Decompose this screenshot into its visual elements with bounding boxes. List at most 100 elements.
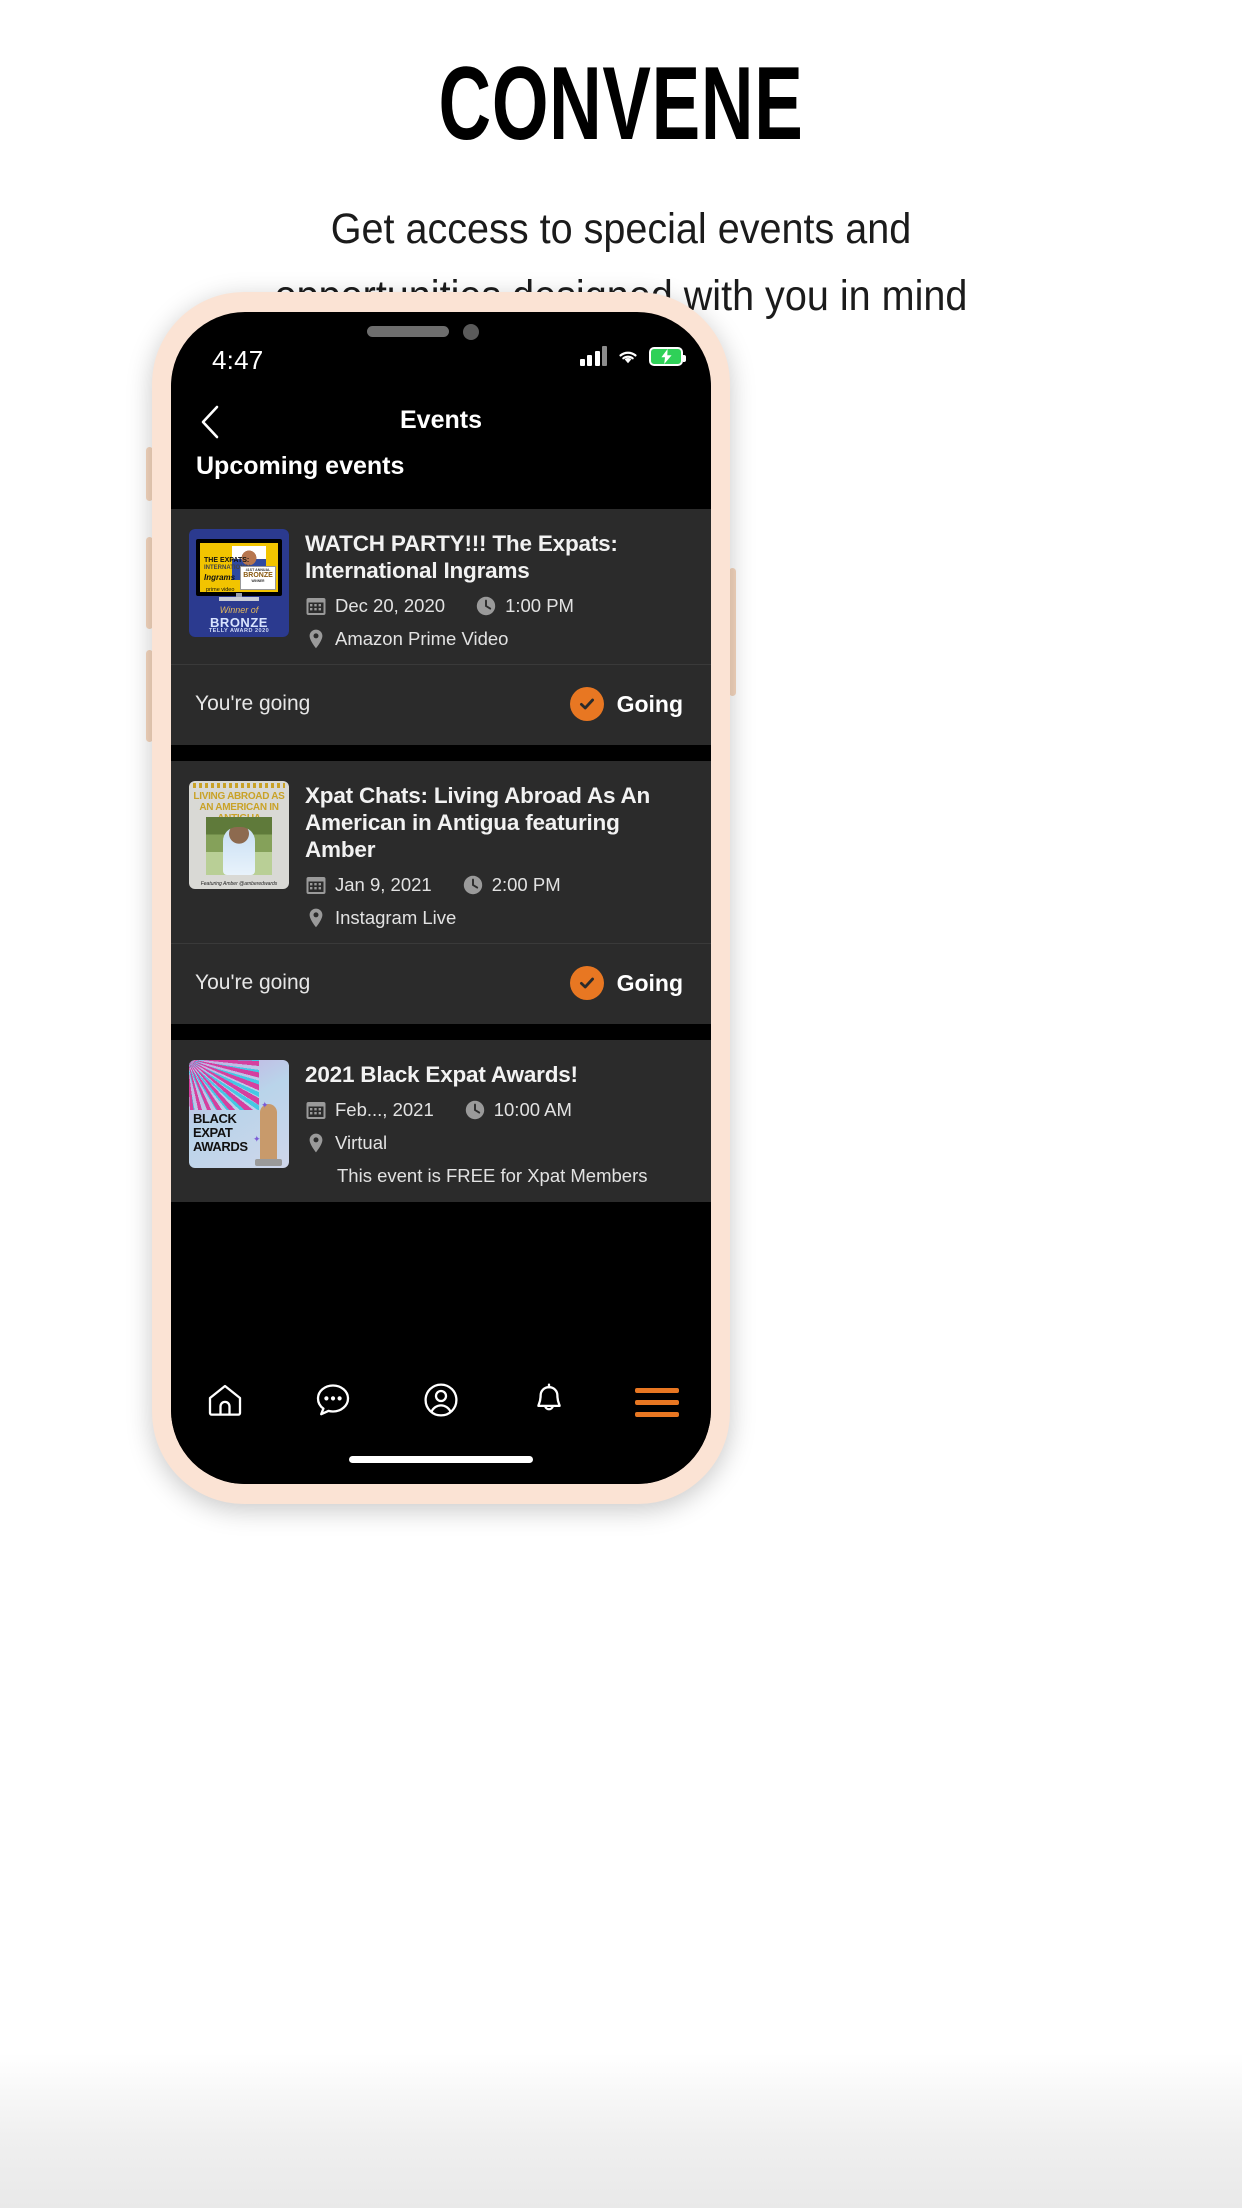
- location-pin-icon: [305, 628, 327, 650]
- event-time: 2:00 PM: [491, 874, 561, 895]
- event-card[interactable]: ✦ ✦ BLACK EXPAT AWARDS 2021 Black Expat Aw…: [171, 1040, 711, 1202]
- location-pin-icon: [305, 907, 327, 929]
- poster-footer-1: Winner of: [219, 605, 259, 615]
- calendar-icon: [305, 595, 327, 617]
- wifi-icon: [616, 347, 640, 365]
- clock-icon: [462, 874, 484, 896]
- rsvp-status-text: You're going: [195, 971, 311, 994]
- poster-art-antigua: LIVING ABROAD AS AN AMERICAN IN ANTIGUA …: [189, 781, 289, 889]
- poster-line-1: THE EXPATS:: [204, 557, 250, 564]
- tv-screen-art: THE EXPATS: INTERNATIONAL Ingrams prime …: [196, 539, 282, 596]
- bell-icon: [530, 1381, 568, 1424]
- poster-headline: BLACK EXPAT AWARDS: [193, 1111, 248, 1154]
- tab-messages[interactable]: [300, 1373, 366, 1431]
- badge-bottom-text: WINNER: [251, 579, 265, 583]
- event-date: Dec 20, 2020: [335, 595, 446, 616]
- badge-mid-text: BRONZE: [243, 572, 273, 579]
- event-details: Xpat Chats: Living Abroad As An American…: [305, 781, 693, 929]
- event-card-body[interactable]: LIVING ABROAD AS AN AMERICAN IN ANTIGUA …: [171, 761, 711, 943]
- status-icons: [579, 346, 686, 366]
- event-title: WATCH PARTY!!! The Expats: International…: [305, 531, 618, 583]
- rsvp-button[interactable]: Going: [569, 966, 683, 1000]
- phone-mockup: 4:47 Events Upcoming events THE EXPATS: …: [152, 292, 730, 1504]
- status-time: 4:47: [212, 345, 264, 375]
- rsvp-button[interactable]: Going: [569, 687, 683, 721]
- event-card[interactable]: THE EXPATS: INTERNATIONAL Ingrams prime …: [171, 509, 711, 745]
- front-camera: [463, 324, 479, 340]
- event-location-row: Virtual: [305, 1132, 693, 1154]
- poster-art-expats: THE EXPATS: INTERNATIONAL Ingrams prime …: [189, 529, 289, 637]
- location-pin-icon: [305, 1132, 327, 1154]
- phone-screen: 4:47 Events Upcoming events THE EXPATS: …: [171, 312, 711, 1484]
- poster-footer-3: TELLY AWARD 2020: [208, 628, 270, 634]
- event-datetime-row: Jan 9, 2021 2:00 PM: [305, 874, 693, 896]
- earpiece-speaker: [367, 326, 449, 337]
- bottom-tab-bar[interactable]: [171, 1351, 711, 1484]
- check-circle-icon: [569, 966, 604, 1000]
- chat-bubble-icon: [314, 1381, 352, 1424]
- event-title: 2021 Black Expat Awards!: [305, 1062, 578, 1087]
- event-location-row: Instagram Live: [305, 907, 693, 929]
- event-note: This event is FREE for Xpat Members: [337, 1165, 648, 1186]
- poster-line-4: prime video: [206, 587, 235, 593]
- event-location-row: Amazon Prime Video: [305, 628, 693, 650]
- hamburger-menu-icon: [635, 1387, 679, 1417]
- rsvp-button-label: Going: [616, 690, 683, 717]
- event-card[interactable]: LIVING ABROAD AS AN AMERICAN IN ANTIGUA …: [171, 761, 711, 1024]
- card-separator: [171, 1024, 711, 1040]
- event-title: Xpat Chats: Living Abroad As An American…: [305, 783, 651, 862]
- event-thumbnail: THE EXPATS: INTERNATIONAL Ingrams prime …: [189, 529, 289, 637]
- clock-icon: [464, 1099, 486, 1121]
- cellular-bars-icon: [579, 346, 607, 366]
- calendar-icon: [305, 874, 327, 896]
- rsvp-status-text: You're going: [195, 692, 311, 715]
- event-location: Amazon Prime Video: [335, 628, 509, 649]
- sparkle-icon: ✦: [253, 1134, 261, 1144]
- power-button[interactable]: [729, 568, 736, 696]
- event-details: 2021 Black Expat Awards! Feb..., 2021 10…: [305, 1060, 693, 1188]
- poster-art-awards: ✦ ✦ BLACK EXPAT AWARDS: [189, 1060, 289, 1168]
- status-bar: 4:47: [171, 312, 711, 390]
- battery-charging-icon: [649, 346, 686, 366]
- telly-badge: 41ST ANNUAL BRONZE WINNER: [240, 566, 276, 590]
- event-time: 1:00 PM: [505, 595, 574, 616]
- event-time: 10:00 AM: [493, 1099, 572, 1120]
- check-circle-icon: [569, 687, 604, 721]
- home-indicator[interactable]: [349, 1456, 533, 1463]
- award-statue-art: [255, 1104, 282, 1166]
- rsvp-row[interactable]: You're going Going: [171, 943, 711, 1024]
- page-title: CONVENE: [438, 46, 804, 162]
- card-separator: [171, 745, 711, 761]
- poster-photo: [206, 817, 272, 875]
- tab-menu[interactable]: [624, 1373, 690, 1431]
- profile-circle-icon: [422, 1381, 460, 1424]
- event-date: Feb..., 2021: [335, 1099, 434, 1120]
- rsvp-row[interactable]: You're going Going: [171, 664, 711, 745]
- event-card-body[interactable]: THE EXPATS: INTERNATIONAL Ingrams prime …: [171, 509, 711, 664]
- rsvp-button-label: Going: [616, 969, 683, 996]
- poster-line-3: Ingrams: [204, 573, 236, 582]
- tv-stand: [219, 597, 259, 601]
- decorative-dots: [193, 783, 285, 788]
- clock-icon: [475, 595, 497, 617]
- section-title: Upcoming events: [196, 452, 405, 480]
- event-location: Instagram Live: [335, 907, 457, 928]
- sparkle-icon: ✦: [261, 1100, 269, 1110]
- event-datetime-row: Feb..., 2021 10:00 AM: [305, 1099, 693, 1121]
- event-datetime-row: Dec 20, 2020 1:00 PM: [305, 595, 693, 617]
- event-location: Virtual: [335, 1132, 388, 1153]
- tab-profile[interactable]: [408, 1373, 474, 1431]
- events-list[interactable]: THE EXPATS: INTERNATIONAL Ingrams prime …: [171, 509, 711, 1351]
- event-thumbnail: LIVING ABROAD AS AN AMERICAN IN ANTIGUA …: [189, 781, 289, 889]
- event-thumbnail: ✦ ✦ BLACK EXPAT AWARDS: [189, 1060, 289, 1168]
- promo-page: CONVENE Get access to special events and…: [0, 0, 1242, 2208]
- subtitle-line-1: Get access to special events and: [330, 205, 912, 253]
- event-details: WATCH PARTY!!! The Expats: International…: [305, 529, 693, 650]
- poster-caption: Featuring Amber @amberedwards: [200, 881, 278, 887]
- tab-home[interactable]: [192, 1373, 258, 1431]
- tab-notifications[interactable]: [516, 1373, 582, 1431]
- palm-leaf-art: [189, 1060, 259, 1110]
- event-card-body[interactable]: ✦ ✦ BLACK EXPAT AWARDS 2021 Black Expat Aw…: [171, 1040, 711, 1202]
- event-date: Jan 9, 2021: [335, 874, 432, 895]
- nav-title: Events: [400, 406, 482, 434]
